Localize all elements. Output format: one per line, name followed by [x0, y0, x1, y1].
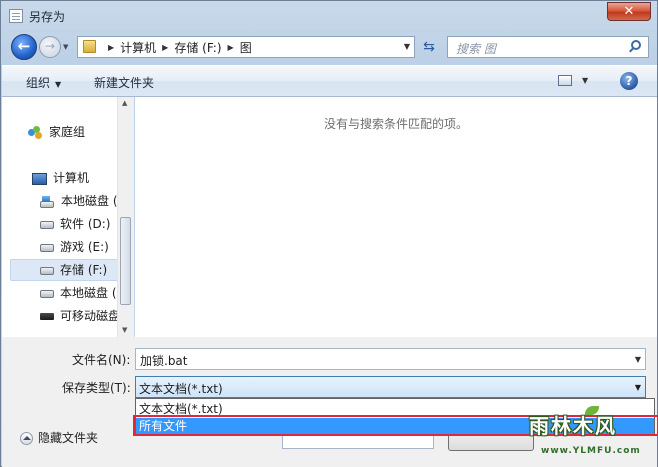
help-icon[interactable]: ? — [620, 72, 638, 90]
title-bar: 另存为 ✕ — [1, 1, 657, 31]
sidebar-item-computer[interactable]: 计算机 — [32, 167, 89, 189]
sidebar-item-drive-c[interactable]: 本地磁盘 (C — [40, 190, 126, 212]
sidebar-item-drive-local[interactable]: 本地磁盘 (C — [40, 282, 125, 304]
sidebar-item-label: 计算机 — [53, 171, 90, 185]
system-drive-icon — [40, 195, 55, 208]
close-button[interactable]: ✕ — [607, 2, 651, 21]
refresh-icon[interactable]: ⇆ — [419, 38, 439, 56]
watermark-logo: 雨林木风 www.YLMFU.com — [523, 398, 657, 464]
search-icon[interactable] — [631, 40, 641, 50]
scroll-down-icon[interactable]: ▼ — [122, 326, 127, 334]
collapse-icon — [20, 432, 33, 445]
filetype-select[interactable]: 文本文档(*.txt) ▼ — [135, 376, 646, 398]
search-input[interactable]: 搜索 图 — [447, 36, 649, 58]
scroll-up-icon[interactable]: ▲ — [122, 99, 127, 107]
sidebar-item-label: 游戏 (E:) — [60, 240, 109, 254]
breadcrumb-separator-icon[interactable]: ▶ — [108, 43, 114, 52]
sidebar-item-drive-f[interactable]: 存储 (F:) — [40, 259, 107, 281]
view-options-icon[interactable]: ▼ — [582, 76, 588, 85]
breadcrumb-computer[interactable]: 计算机 — [120, 39, 156, 56]
filetype-label: 保存类型(T): — [62, 381, 131, 395]
scrollbar-thumb[interactable] — [120, 217, 131, 305]
forward-button[interactable]: → — [39, 36, 61, 58]
sidebar-item-label: 软件 (D:) — [60, 217, 111, 231]
hide-folders-button[interactable]: 隐藏文件夹 — [20, 429, 98, 446]
recent-pages-button[interactable]: ▼ — [63, 43, 71, 51]
arrow-left-icon: ← — [17, 37, 31, 55]
filename-value: 加锁.bat — [140, 354, 188, 368]
sidebar-item-label: 家庭组 — [49, 125, 86, 139]
navigation-pane: 家庭组 计算机 本地磁盘 (C 软件 (D:) 游戏 (E:) 存储 (F:) … — [2, 97, 134, 337]
usb-drive-icon — [40, 313, 54, 320]
dialog-title: 另存为 — [29, 10, 66, 24]
new-folder-button[interactable]: 新建文件夹 — [94, 74, 154, 91]
address-bar[interactable]: ▶ 计算机 ▶ 存储 (F:) ▶ 图 ▼ — [77, 36, 415, 58]
breadcrumb-folder[interactable]: 图 — [240, 39, 252, 56]
empty-message: 没有与搜索条件匹配的项。 — [323, 117, 468, 131]
breadcrumb-drive-f[interactable]: 存储 (F:) — [174, 39, 221, 56]
chevron-down-icon[interactable]: ▼ — [635, 355, 641, 364]
organize-label: 组织 — [26, 76, 51, 90]
chevron-down-icon: ▼ — [55, 80, 62, 89]
save-as-dialog: 另存为 ✕ ← → ▼ ▶ 计算机 ▶ 存储 (F:) ▶ 图 ▼ ⇆ 搜索 图… — [0, 0, 658, 467]
hide-folders-label: 隐藏文件夹 — [38, 431, 99, 445]
filetype-value: 文本文档(*.txt) — [139, 382, 223, 396]
watermark-text: 雨林木风 — [529, 414, 617, 438]
navigation-bar: ← → ▼ ▶ 计算机 ▶ 存储 (F:) ▶ 图 ▼ ⇆ 搜索 图 — [1, 31, 657, 63]
sidebar-item-label: 本地磁盘 (C — [60, 286, 125, 300]
drive-icon — [40, 289, 54, 298]
folder-icon — [83, 40, 96, 53]
arrow-right-icon: → — [44, 39, 56, 53]
sidebar-item-label: 存储 (F:) — [60, 263, 108, 277]
drive-icon — [40, 243, 54, 252]
chevron-down-icon: ▼ — [63, 43, 69, 51]
sidebar-item-removable[interactable]: 可移动磁盘 — [40, 305, 120, 327]
breadcrumb-separator-icon[interactable]: ▶ — [162, 43, 168, 52]
drive-icon — [40, 220, 54, 229]
sidebar-item-homegroup[interactable]: 家庭组 — [28, 121, 85, 143]
watermark-url: www.YLMFU.com — [541, 446, 641, 456]
chevron-down-icon[interactable]: ▼ — [635, 383, 641, 392]
filename-field[interactable]: 加锁.bat ▼ — [135, 348, 646, 370]
organize-button[interactable]: 组织 ▼ — [26, 74, 61, 91]
sidebar-item-drive-d[interactable]: 软件 (D:) — [40, 213, 110, 235]
sidebar-item-drive-e[interactable]: 游戏 (E:) — [40, 236, 109, 258]
breadcrumb-separator-icon[interactable]: ▶ — [228, 43, 234, 52]
drive-icon — [40, 266, 54, 275]
command-bar: 组织 ▼ 新建文件夹 ▼ ? — [2, 65, 657, 97]
search-placeholder: 搜索 图 — [456, 42, 496, 56]
sidebar-scrollbar[interactable]: ▲ ▼ — [117, 97, 134, 337]
file-list[interactable]: 没有与搜索条件匹配的项。 — [135, 97, 657, 337]
close-icon: ✕ — [623, 4, 635, 19]
dialog-icon — [9, 9, 23, 23]
sidebar-item-label: 可移动磁盘 — [60, 309, 121, 323]
address-dropdown-icon[interactable]: ▼ — [404, 42, 410, 51]
breadcrumb: ▶ 计算机 ▶ 存储 (F:) ▶ 图 — [102, 39, 252, 55]
homegroup-icon — [28, 126, 43, 139]
back-button[interactable]: ← — [11, 34, 37, 60]
computer-icon — [32, 172, 47, 185]
filename-label: 文件名(N): — [72, 353, 131, 367]
change-view-icon[interactable] — [558, 75, 572, 86]
